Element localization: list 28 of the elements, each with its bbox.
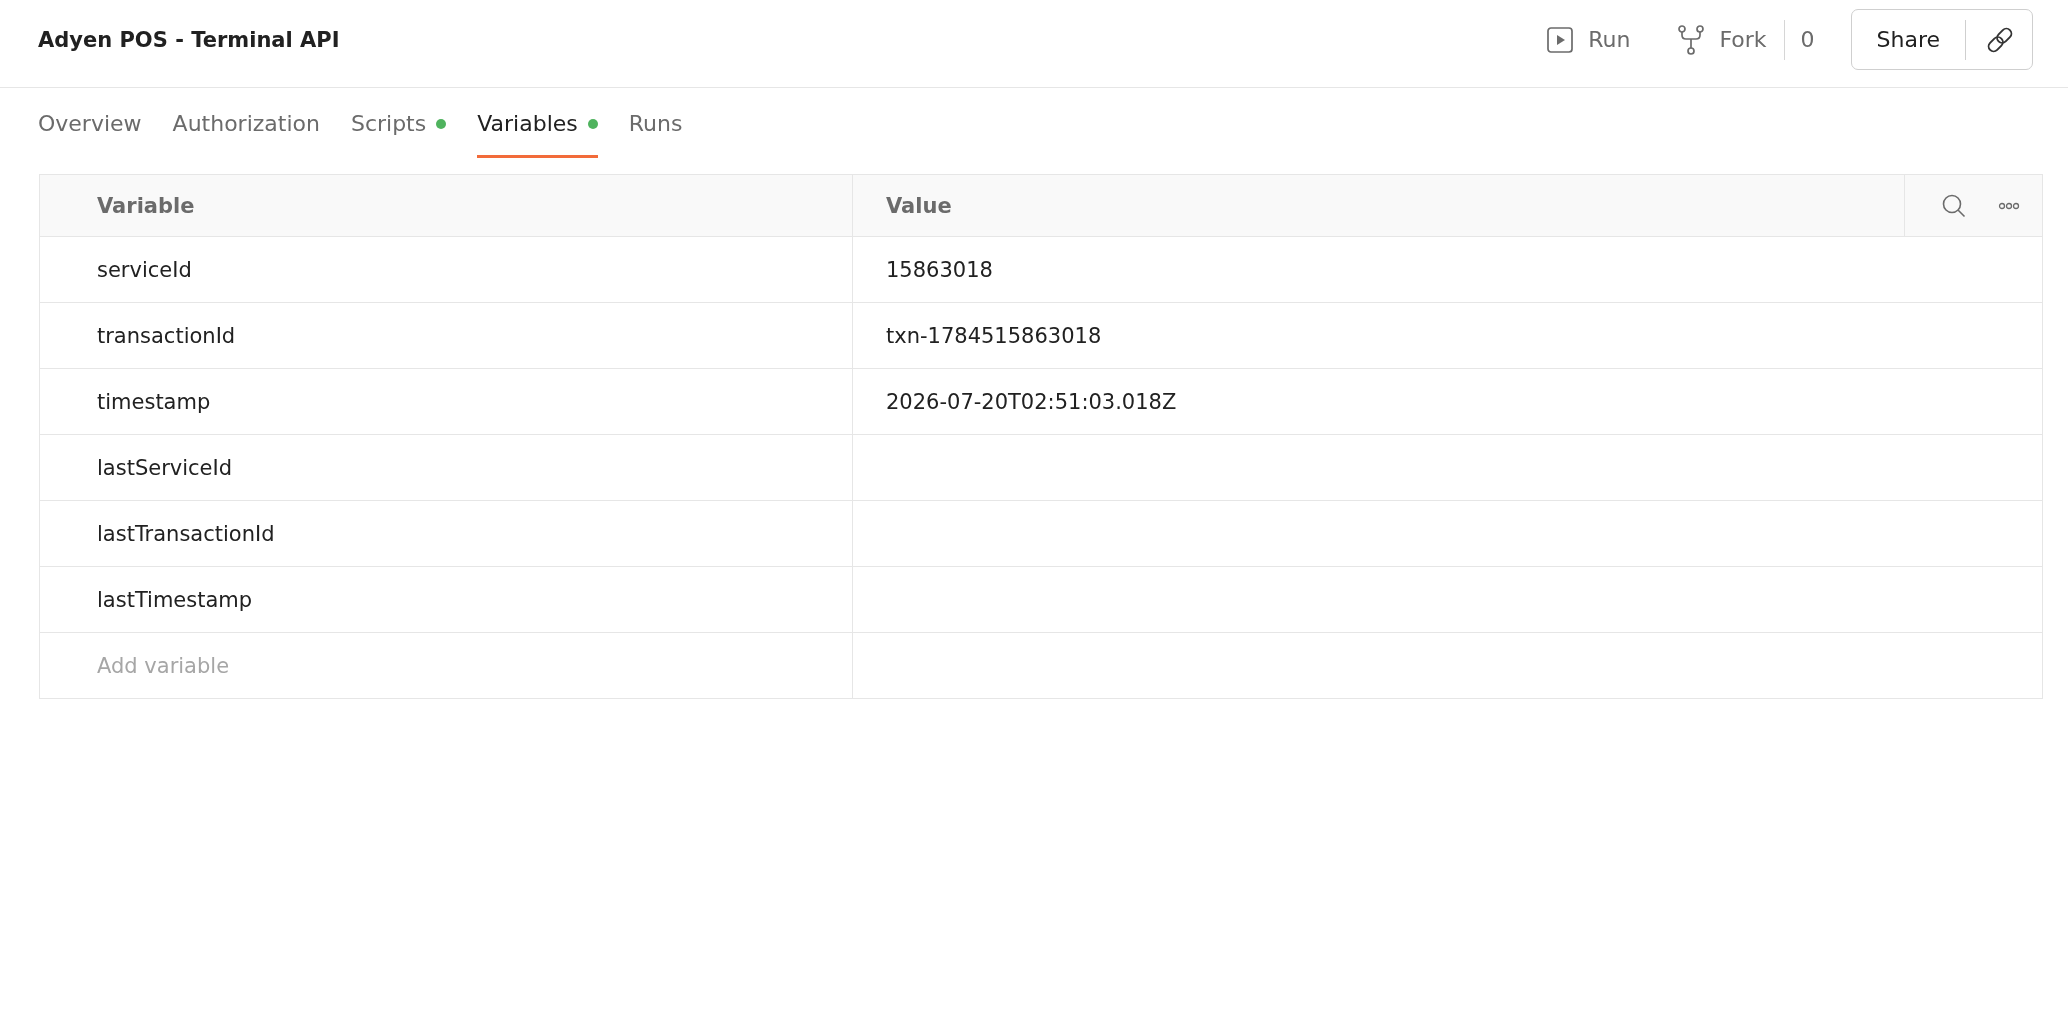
- tab[interactable]: Runs: [628, 108, 683, 158]
- tab[interactable]: Authorization: [172, 108, 320, 158]
- column-header: Value: [852, 174, 1905, 237]
- table-cell: transactionId: [39, 302, 853, 369]
- search-icon: [1942, 193, 1966, 218]
- tab[interactable]: Overview: [38, 108, 142, 158]
- search-button[interactable]: [1942, 193, 1966, 218]
- more-icon: [1998, 201, 2020, 210]
- share-button[interactable]: Share: [1851, 19, 1965, 60]
- table-cell: serviceId: [39, 236, 853, 303]
- table-cell: timestamp: [39, 368, 853, 435]
- column-header: Variable: [39, 174, 853, 237]
- run-button[interactable]: Run: [1547, 26, 1631, 53]
- play-icon: [1547, 26, 1574, 53]
- more-options-button[interactable]: [1998, 201, 2020, 210]
- table-cell: lastTransactionId: [39, 500, 853, 567]
- tab[interactable]: Scripts: [350, 108, 447, 158]
- tab[interactable]: Variables: [477, 108, 598, 158]
- fork-button[interactable]: Fork: [1678, 24, 1767, 55]
- table-cell: txn-1784515863018: [852, 302, 2043, 369]
- table-cell: lastTimestamp: [39, 566, 853, 633]
- fork-count[interactable]: 0: [1800, 27, 1815, 52]
- collection-title: Adyen POS - Terminal API: [38, 27, 340, 52]
- table-cell: lastServiceId: [39, 434, 853, 501]
- table-cell: 2026-07-20T02:51:03.018Z: [852, 368, 2043, 435]
- table-cell: 15863018: [852, 236, 2043, 303]
- input-field[interactable]: Add variable: [40, 633, 852, 698]
- fork-icon: [1678, 24, 1705, 55]
